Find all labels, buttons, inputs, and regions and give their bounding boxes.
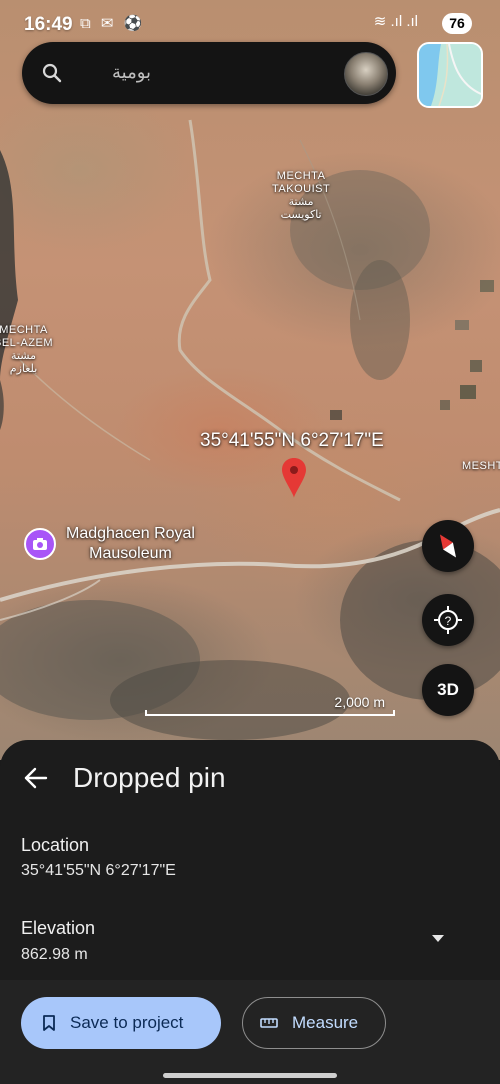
scale-label: 2,000 m	[334, 694, 385, 710]
chevron-down-icon[interactable]	[430, 932, 446, 944]
save-to-project-button[interactable]: Save to project	[21, 997, 221, 1049]
map-thumbnail-icon	[419, 44, 481, 106]
bookmark-icon	[43, 1015, 55, 1031]
battery-icon: 76	[442, 13, 472, 34]
scale-bar	[145, 710, 395, 716]
search-input[interactable]: بومية	[112, 62, 151, 83]
dropped-pin-icon[interactable]	[282, 458, 306, 498]
measure-label: Measure	[292, 1013, 359, 1032]
place-label: MESHT	[462, 460, 500, 472]
action-bar: Save to project Measure	[0, 980, 500, 1084]
status-bar: 16:49 ⧉ ✉ ⚽ ≋ .ıl .ıl 76	[0, 0, 500, 48]
signal-icons: ≋ .ıl .ıl	[373, 13, 418, 30]
terrain-texture	[0, 119, 500, 740]
map-layers-button[interactable]	[417, 42, 483, 108]
search-icon[interactable]	[40, 61, 64, 85]
elevation-label: Elevation	[21, 918, 96, 938]
save-to-project-label: Save to project	[70, 1013, 184, 1032]
map-label-mechta-takouist[interactable]: MECHTA TAKOUIST مشتة تاكويست	[272, 170, 330, 222]
place-label: MECHTA TAKOUIST مشتة تاكويست	[272, 170, 331, 221]
poi-label-madghacen[interactable]: Madghacen Royal Mausoleum	[66, 524, 195, 564]
svg-text:?: ?	[445, 614, 452, 628]
sheet-title: Dropped pin	[73, 762, 226, 793]
avatar[interactable]	[344, 52, 388, 96]
elevation-value: 862.98 m	[21, 946, 88, 963]
search-bar[interactable]: بومية	[22, 42, 396, 104]
place-label: MECHTA BEL-AZEM مشتة بلعازم	[0, 324, 54, 375]
measure-button[interactable]: Measure	[242, 997, 386, 1049]
back-arrow-icon[interactable]	[22, 764, 50, 792]
location-help-icon: ?	[434, 606, 462, 634]
location-value[interactable]: 35°41'55"N 6°27'17"E	[21, 862, 176, 880]
map-scale: 2,000 m	[145, 694, 395, 716]
pin-coordinates-label: 35°41'55"N 6°27'17"E	[200, 430, 384, 451]
status-time: 16:49	[24, 14, 73, 35]
notification-icons: ⧉ ✉ ⚽	[80, 15, 146, 32]
3d-toggle-button[interactable]: 3D	[422, 664, 474, 716]
compass-button[interactable]	[422, 520, 474, 572]
3d-label: 3D	[437, 680, 459, 699]
location-label: Location	[21, 835, 90, 855]
camera-icon[interactable]	[24, 528, 56, 560]
ruler-icon	[260, 1018, 278, 1028]
satellite-map[interactable]: MECHTA TAKOUIST مشتة تاكويست MECHTA BEL-…	[0, 0, 500, 760]
compass-icon	[439, 534, 457, 558]
map-label-mechta-bel-azem[interactable]: MECHTA BEL-AZEM مشتة بلعازم	[0, 324, 53, 376]
map-label-mesht[interactable]: MESHT	[462, 460, 500, 473]
gesture-home-bar[interactable]	[163, 1073, 337, 1078]
locate-button[interactable]: ?	[422, 594, 474, 646]
